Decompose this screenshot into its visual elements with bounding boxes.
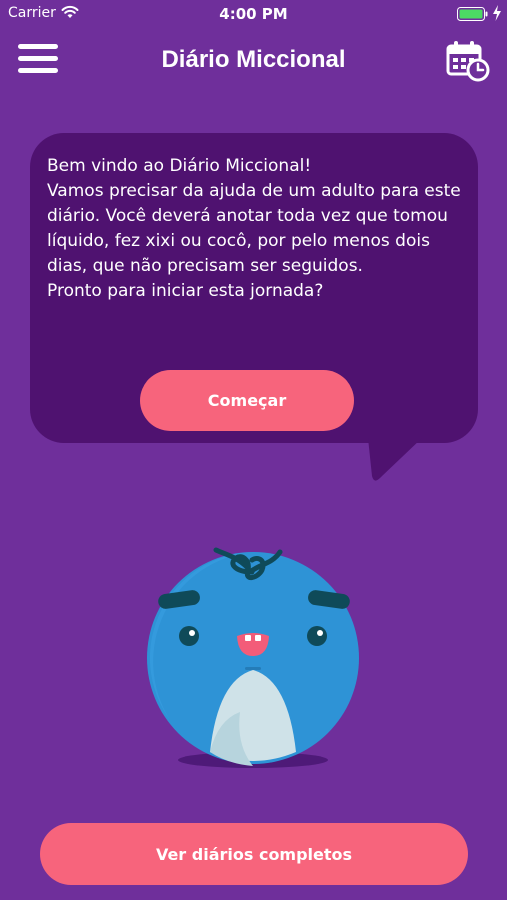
start-button[interactable]: Começar [140, 370, 354, 431]
speech-bubble-tail [368, 438, 422, 481]
charging-bolt-icon [492, 5, 502, 25]
calendar-clock-icon[interactable] [446, 40, 490, 82]
welcome-line: líquido, fez xixi ou cocô, por pelo meno… [47, 231, 430, 251]
welcome-line: Vamos precisar da ajuda de um adulto par… [47, 181, 461, 201]
page-title: Diário Miccional [161, 46, 346, 73]
welcome-line: diário. Você deverá anotar toda vez que … [47, 206, 448, 226]
welcome-line: dias, que não precisam ser seguidos. [47, 256, 363, 276]
view-complete-diaries-button[interactable]: Ver diários completos [40, 823, 468, 885]
welcome-line: Bem vindo ao Diário Miccional! [47, 156, 312, 176]
status-bar: Carrier 4:00 PM [0, 0, 507, 28]
mascot-illustration [147, 547, 359, 768]
battery-icon [457, 7, 489, 25]
welcome-line: Pronto para iniciar esta jornada? [47, 281, 324, 301]
welcome-message: Bem vindo ao Diário Miccional! Vamos pre… [47, 154, 467, 304]
status-time: 4:00 PM [219, 5, 288, 23]
